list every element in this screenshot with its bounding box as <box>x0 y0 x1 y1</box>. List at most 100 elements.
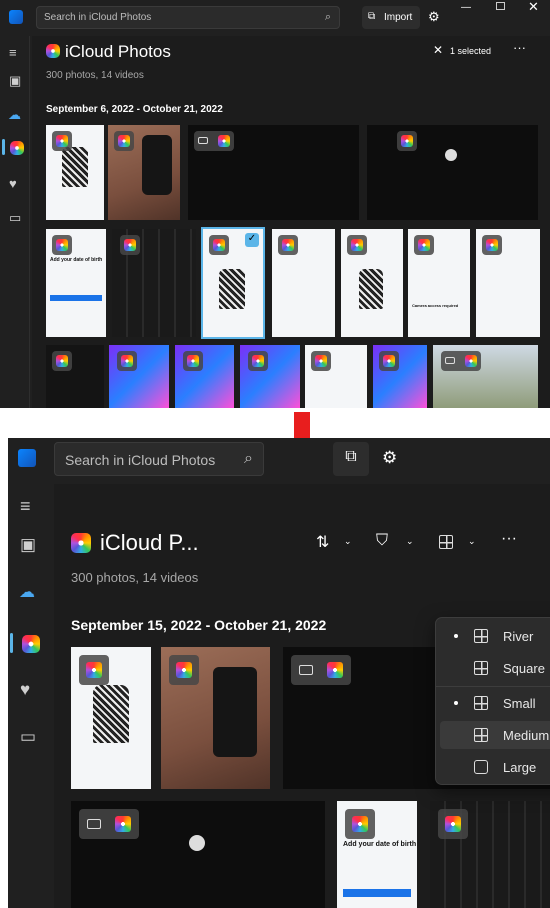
video-badge <box>194 131 234 151</box>
filter-icon[interactable]: ⛉ <box>376 532 388 550</box>
photo-thumbnail[interactable] <box>46 125 104 220</box>
photo-thumbnail[interactable] <box>175 345 234 408</box>
photo-thumbnail[interactable] <box>476 229 540 337</box>
video-play-icon <box>87 819 101 829</box>
filter-chevron-down-icon[interactable]: ⌄ <box>406 536 414 547</box>
camera-access-title: Camera access required <box>412 303 459 308</box>
photo-thumbnail[interactable] <box>71 647 151 789</box>
clear-selection-icon[interactable]: ✕ <box>433 43 443 57</box>
more-options-icon[interactable]: ··· <box>501 530 517 548</box>
settings-gear-icon[interactable]: ⚙ <box>428 9 440 25</box>
photo-thumbnail[interactable] <box>109 345 169 408</box>
menu-item-small[interactable]: Small <box>440 689 550 717</box>
sort-icon[interactable]: ⇅ <box>316 532 329 552</box>
more-options-icon[interactable]: ··· <box>513 40 526 55</box>
nav-selection-indicator <box>10 633 13 653</box>
photo-thumbnail[interactable]: Camera access required <box>408 229 470 337</box>
maximize-icon[interactable] <box>496 2 505 10</box>
gallery-icon[interactable]: ▣ <box>9 73 21 89</box>
photo-thumbnail[interactable]: Add your date of birth <box>337 801 417 908</box>
onedrive-icon[interactable]: ☁ <box>8 107 21 123</box>
shirt-product-image <box>359 269 383 309</box>
photo-thumbnail[interactable] <box>373 345 427 408</box>
menu-hamburger-icon[interactable]: ≡ <box>20 496 31 517</box>
photo-thumbnail[interactable] <box>112 229 196 337</box>
menu-item-label: Square <box>503 661 545 676</box>
app-logo-icon <box>9 10 23 24</box>
photos-badge-icon <box>315 355 327 367</box>
photo-thumbnail[interactable] <box>305 345 367 408</box>
icloud-badge <box>169 655 199 685</box>
photos-badge-icon <box>56 355 68 367</box>
photo-thumbnail[interactable] <box>161 647 270 789</box>
photo-thumbnail[interactable] <box>272 229 335 337</box>
folders-icon[interactable]: ▭ <box>9 210 21 226</box>
photo-thumbnail[interactable] <box>108 125 180 220</box>
folders-icon[interactable]: ▭ <box>20 727 36 747</box>
icloud-photos-nav-icon[interactable] <box>10 141 24 155</box>
photo-thumbnail[interactable] <box>430 801 550 908</box>
photos-badge-icon <box>115 816 131 832</box>
photos-badge-icon <box>218 135 230 147</box>
minimize-icon[interactable]: — <box>461 2 471 13</box>
settings-gear-icon[interactable]: ⚙ <box>382 448 397 468</box>
icloud-badge <box>379 351 399 371</box>
sort-chevron-down-icon[interactable]: ⌄ <box>344 536 352 547</box>
search-icon[interactable]: ⌕ <box>325 11 331 24</box>
favorites-heart-icon[interactable]: ♥ <box>9 176 17 191</box>
favorites-heart-icon[interactable]: ♥ <box>20 680 30 700</box>
video-thumbnail[interactable] <box>433 345 538 408</box>
photos-badge-icon <box>445 816 461 832</box>
page-icloud-photos-icon <box>46 44 60 58</box>
shirt-product-image <box>62 147 88 187</box>
onedrive-icon[interactable]: ☁ <box>19 582 35 602</box>
photo-thumbnail[interactable] <box>71 801 325 908</box>
menu-item-large[interactable]: Large <box>440 753 550 781</box>
menu-item-square[interactable]: Square <box>440 654 550 682</box>
nav-selection-indicator <box>2 139 5 155</box>
search-box[interactable]: Search in iCloud Photos ⌕ <box>36 6 340 29</box>
search-box[interactable]: Search in iCloud Photos ⌕ <box>54 442 264 476</box>
selected-photo-thumbnail[interactable]: ✓ <box>201 227 265 339</box>
view-chevron-down-icon[interactable]: ⌄ <box>468 536 476 547</box>
photo-thumbnail[interactable] <box>341 229 403 337</box>
photo-thumbnail[interactable]: Add your date of birth <box>46 229 106 337</box>
icloud-badge <box>311 351 331 371</box>
title-bar: Search in iCloud Photos ⌕ ⧉ Import ⚙ — ✕ <box>0 0 550 36</box>
icloud-photos-nav-icon[interactable] <box>22 635 40 653</box>
menu-item-medium[interactable]: Medium <box>440 721 550 749</box>
page-subtitle: 300 photos, 14 videos <box>46 70 144 81</box>
menu-item-river[interactable]: River <box>440 622 550 650</box>
video-thumbnail[interactable] <box>188 125 359 220</box>
photos-badge-icon <box>465 355 477 367</box>
photo-thumbnail[interactable] <box>367 125 538 220</box>
photo-thumbnail[interactable] <box>46 345 104 408</box>
video-badge <box>291 655 351 685</box>
form-button <box>50 295 102 301</box>
selected-checkmark-icon[interactable]: ✓ <box>245 233 259 247</box>
nav-rail: ≡ ▣ ☁ ♥ ▭ <box>8 484 52 908</box>
icloud-badge <box>209 235 229 255</box>
view-layout-icon[interactable] <box>439 535 453 549</box>
form-button <box>343 889 411 897</box>
date-range-heading: September 6, 2022 - October 21, 2022 <box>46 104 223 115</box>
large-square-icon <box>474 760 488 774</box>
gallery-icon[interactable]: ▣ <box>20 535 36 555</box>
import-button[interactable]: ⧉ <box>333 442 369 476</box>
icloud-badge <box>438 809 468 839</box>
photos-badge-icon <box>351 239 363 251</box>
icloud-badge <box>114 131 134 151</box>
import-button[interactable]: ⧉ Import <box>362 6 420 29</box>
close-window-icon[interactable]: ✕ <box>528 0 539 15</box>
icloud-badge <box>120 235 140 255</box>
photos-badge-icon <box>187 355 199 367</box>
menu-item-label: Large <box>503 760 537 775</box>
photos-badge-icon <box>118 135 130 147</box>
chair-leg-image <box>142 135 172 195</box>
menu-hamburger-icon[interactable]: ≡ <box>9 45 17 60</box>
photo-thumbnail[interactable] <box>240 345 300 408</box>
search-icon[interactable]: ⌕ <box>244 450 253 468</box>
import-icon: ⧉ <box>368 11 376 22</box>
photos-badge-icon <box>56 239 68 251</box>
menu-item-label: Medium <box>503 728 550 743</box>
